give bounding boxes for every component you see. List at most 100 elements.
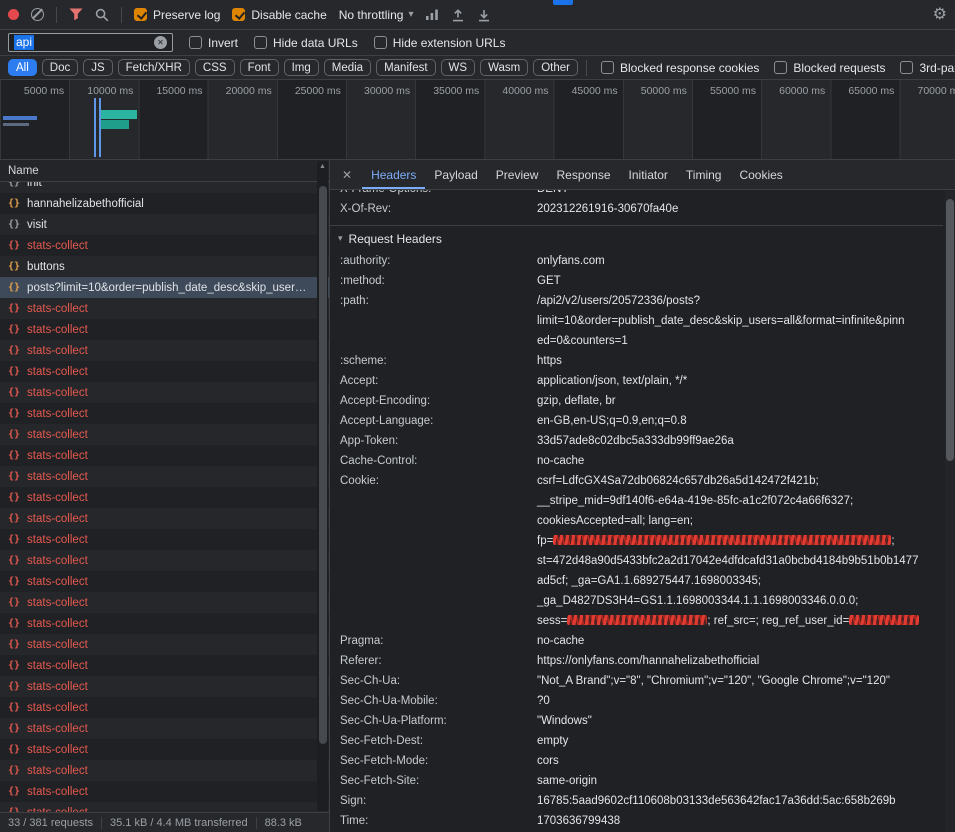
type-filter-pill[interactable]: Other [533, 59, 578, 76]
header-name: Accept: [340, 371, 537, 391]
type-filter-pill[interactable]: CSS [195, 59, 235, 76]
type-filter-pill[interactable]: All [8, 59, 37, 76]
header-row: :method: GET [330, 271, 943, 291]
request-row[interactable]: {} stats-collect [0, 319, 329, 340]
header-row: Accept-Language: en-GB,en-US;q=0.9,en;q=… [330, 411, 943, 431]
timeline-overview[interactable]: 5000 ms10000 ms15000 ms20000 ms25000 ms3… [0, 80, 955, 160]
details-scrollbar[interactable] [945, 191, 955, 832]
network-filter-checkbox[interactable]: Blocked requests [774, 61, 885, 75]
request-row[interactable]: {} stats-collect [0, 718, 329, 739]
gear-icon[interactable]: ⚙ [933, 7, 947, 23]
json-braces-icon: {} [8, 492, 20, 503]
request-row[interactable]: {} stats-collect [0, 466, 329, 487]
header-row: Sec-Ch-Ua-Mobile: ?0 [330, 691, 943, 711]
type-filter-pill[interactable]: Img [284, 59, 319, 76]
type-filter-pill[interactable]: Wasm [480, 59, 528, 76]
type-filter-pill[interactable]: JS [83, 59, 112, 76]
filter-input[interactable]: api ✕ [8, 33, 173, 52]
request-row[interactable]: {} stats-collect [0, 235, 329, 256]
export-har-icon[interactable] [477, 8, 491, 22]
timeline-tick-label: 20000 ms [208, 85, 277, 97]
details-tab[interactable]: Preview [487, 160, 548, 189]
name-column-header[interactable]: Name [0, 160, 329, 182]
request-row[interactable]: {} hannahelizabethofficial [0, 193, 329, 214]
request-name: stats-collect [27, 429, 88, 441]
details-tab[interactable]: Cookies [730, 160, 791, 189]
preserve-log-checkbox[interactable]: Preserve log [134, 8, 220, 22]
request-row[interactable]: {} stats-collect [0, 697, 329, 718]
type-filter-pill[interactable]: Fetch/XHR [118, 59, 190, 76]
json-braces-icon: {} [8, 387, 20, 398]
request-row[interactable]: {} stats-collect [0, 781, 329, 802]
header-name: Sec-Fetch-Mode: [340, 751, 537, 771]
details-tab[interactable]: Timing [677, 160, 731, 189]
request-row[interactable]: {} buttons [0, 256, 329, 277]
network-conditions-icon[interactable] [425, 8, 439, 21]
scrollbar-thumb[interactable] [946, 199, 954, 461]
close-icon[interactable]: ✕ [336, 168, 362, 182]
scroll-up-arrow-icon[interactable]: ▲ [317, 161, 328, 173]
request-row[interactable]: {} stats-collect [0, 739, 329, 760]
network-filter-checkbox[interactable]: Blocked response cookies [601, 61, 759, 75]
request-row[interactable]: {} stats-collect [0, 361, 329, 382]
request-row[interactable]: {} stats-collect [0, 445, 329, 466]
filter-icon[interactable] [69, 8, 83, 21]
request-row[interactable]: {} stats-collect [0, 802, 329, 812]
details-tab[interactable]: Response [547, 160, 619, 189]
request-row[interactable]: {} stats-collect [0, 550, 329, 571]
request-row[interactable]: {} stats-collect [0, 424, 329, 445]
request-headers-section-header[interactable]: ▾ Request Headers [330, 225, 943, 251]
scrollbar-thumb[interactable] [319, 186, 327, 744]
request-row[interactable]: {} stats-collect [0, 592, 329, 613]
request-row[interactable]: {} stats-collect [0, 487, 329, 508]
clear-requests-icon[interactable] [31, 8, 44, 21]
header-row: Sec-Fetch-Dest: empty [330, 731, 943, 751]
throttling-dropdown[interactable]: No throttling ▾ [339, 8, 414, 22]
network-filter-checkbox[interactable]: 3rd-party requests [900, 61, 955, 75]
search-icon[interactable] [95, 8, 109, 22]
request-row[interactable]: {} stats-collect [0, 655, 329, 676]
invert-checkbox[interactable]: Invert [189, 36, 238, 50]
import-har-icon[interactable] [451, 8, 465, 22]
request-row[interactable]: {} stats-collect [0, 529, 329, 550]
request-row[interactable]: {} stats-collect [0, 613, 329, 634]
hide-data-urls-checkbox[interactable]: Hide data URLs [254, 36, 358, 50]
details-tab[interactable]: Headers [362, 160, 425, 189]
details-tab[interactable]: Payload [425, 160, 486, 189]
request-row[interactable]: {} stats-collect [0, 676, 329, 697]
timeline-tick-label: 5000 ms [0, 85, 69, 97]
details-tab[interactable]: Initiator [620, 160, 677, 189]
json-braces-icon: {} [8, 765, 20, 776]
request-name: stats-collect [27, 765, 88, 777]
header-value: same-origin [537, 771, 943, 791]
json-braces-icon: {} [8, 597, 20, 608]
chevron-down-icon: ▾ [408, 9, 413, 20]
json-braces-icon: {} [8, 639, 20, 650]
request-name: stats-collect [27, 576, 88, 588]
request-row[interactable]: {} stats-collect [0, 340, 329, 361]
type-filter-pill[interactable]: Manifest [376, 59, 435, 76]
type-filter-pill[interactable]: Font [240, 59, 279, 76]
request-row[interactable]: {} stats-collect [0, 382, 329, 403]
request-name: stats-collect [27, 681, 88, 693]
request-row[interactable]: {} stats-collect [0, 298, 329, 319]
request-row[interactable]: {} stats-collect [0, 508, 329, 529]
header-name: Cookie: [340, 471, 537, 631]
hide-extension-urls-checkbox[interactable]: Hide extension URLs [374, 36, 506, 50]
request-row[interactable]: {} posts?limit=10&order=publish_date_des… [0, 277, 329, 298]
devtools-network-panel: Preserve log Disable cache No throttling… [0, 0, 955, 832]
request-row[interactable]: {} init [0, 182, 329, 193]
request-row[interactable]: {} stats-collect [0, 571, 329, 592]
request-row[interactable]: {} stats-collect [0, 634, 329, 655]
request-name: hannahelizabethofficial [27, 198, 144, 210]
type-filter-pill[interactable]: Doc [42, 59, 78, 76]
request-row[interactable]: {} visit [0, 214, 329, 235]
disable-cache-checkbox[interactable]: Disable cache [232, 8, 326, 22]
request-row[interactable]: {} stats-collect [0, 760, 329, 781]
record-button[interactable] [8, 9, 19, 20]
request-list-scrollbar[interactable]: ▲ [317, 161, 328, 811]
clear-filter-icon[interactable]: ✕ [154, 36, 167, 49]
type-filter-pill[interactable]: WS [441, 59, 476, 76]
request-row[interactable]: {} stats-collect [0, 403, 329, 424]
type-filter-pill[interactable]: Media [324, 59, 371, 76]
